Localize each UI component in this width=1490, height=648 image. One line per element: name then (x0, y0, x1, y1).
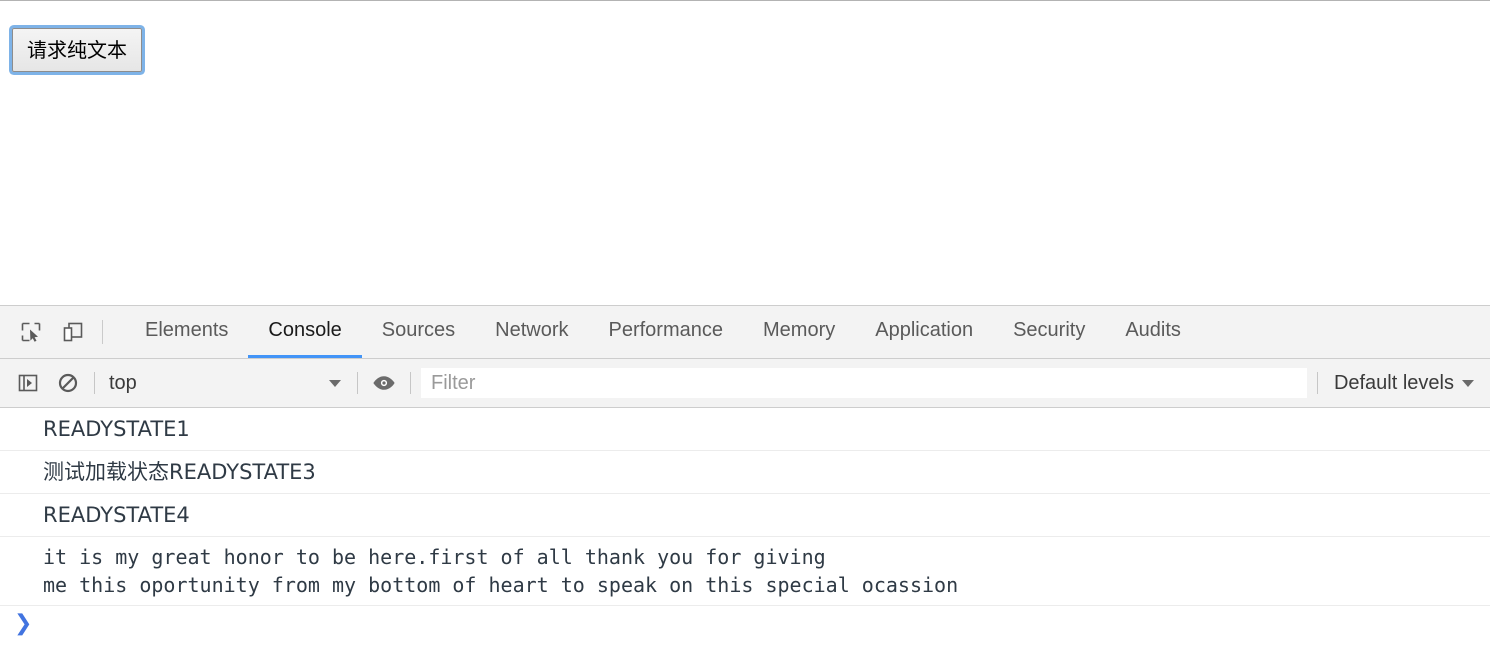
console-context-value: top (109, 371, 137, 394)
tab-network[interactable]: Network (475, 306, 588, 358)
clear-console-icon[interactable] (48, 359, 88, 407)
show-console-sidebar-icon[interactable] (8, 359, 48, 407)
tab-console[interactable]: Console (248, 306, 362, 358)
toolbar-divider-1 (94, 372, 95, 394)
request-plain-text-button[interactable]: 请求纯文本 (12, 28, 142, 72)
devtools-tab-list: Elements Console Sources Network Perform… (125, 306, 1201, 358)
tab-elements[interactable]: Elements (125, 306, 248, 358)
console-log-levels-selector[interactable]: Default levels (1324, 359, 1490, 407)
console-message-list[interactable]: READYSTATE1 测试加载状态READYSTATE3 READYSTATE… (0, 408, 1490, 648)
toolbar-divider-3 (410, 372, 411, 394)
tab-application[interactable]: Application (855, 306, 993, 358)
tab-memory[interactable]: Memory (743, 306, 855, 358)
devtools-tabbar: Elements Console Sources Network Perform… (0, 306, 1490, 359)
console-message-row[interactable]: READYSTATE1 (0, 408, 1490, 451)
tab-security[interactable]: Security (993, 306, 1105, 358)
inspect-element-icon[interactable] (10, 306, 52, 358)
console-message-text: READYSTATE4 (43, 503, 190, 527)
tab-audits[interactable]: Audits (1105, 306, 1201, 358)
chevron-down-icon (329, 379, 341, 387)
console-message-text: it is my great honor to be here.first of… (43, 545, 959, 597)
device-toolbar-icon[interactable] (52, 306, 94, 358)
console-message-row[interactable]: READYSTATE4 (0, 494, 1490, 537)
console-filter-input[interactable] (421, 368, 1307, 398)
console-message-row[interactable]: 测试加载状态READYSTATE3 (0, 451, 1490, 494)
tabbar-divider (102, 320, 103, 344)
console-context-selector[interactable]: top (101, 359, 351, 407)
tab-performance[interactable]: Performance (589, 306, 744, 358)
tab-sources[interactable]: Sources (362, 306, 475, 358)
console-filter-toolbar: top Default levels (0, 359, 1490, 408)
console-message-text: 测试加载状态READYSTATE3 (43, 460, 316, 484)
web-page-viewport: 请求纯文本 (0, 0, 1490, 305)
toolbar-divider-2 (357, 372, 358, 394)
console-message-row[interactable]: it is my great honor to be here.first of… (0, 537, 1490, 606)
chevron-down-icon (1462, 379, 1474, 387)
prompt-chevron-icon: ❯ (14, 611, 33, 636)
console-message-text: READYSTATE1 (43, 417, 190, 441)
live-expression-eye-icon[interactable] (364, 359, 404, 407)
console-prompt[interactable]: ❯ (0, 606, 1490, 646)
toolbar-divider-4 (1316, 372, 1318, 394)
devtools-panel: Elements Console Sources Network Perform… (0, 305, 1490, 648)
console-log-levels-value: Default levels (1333, 371, 1454, 394)
